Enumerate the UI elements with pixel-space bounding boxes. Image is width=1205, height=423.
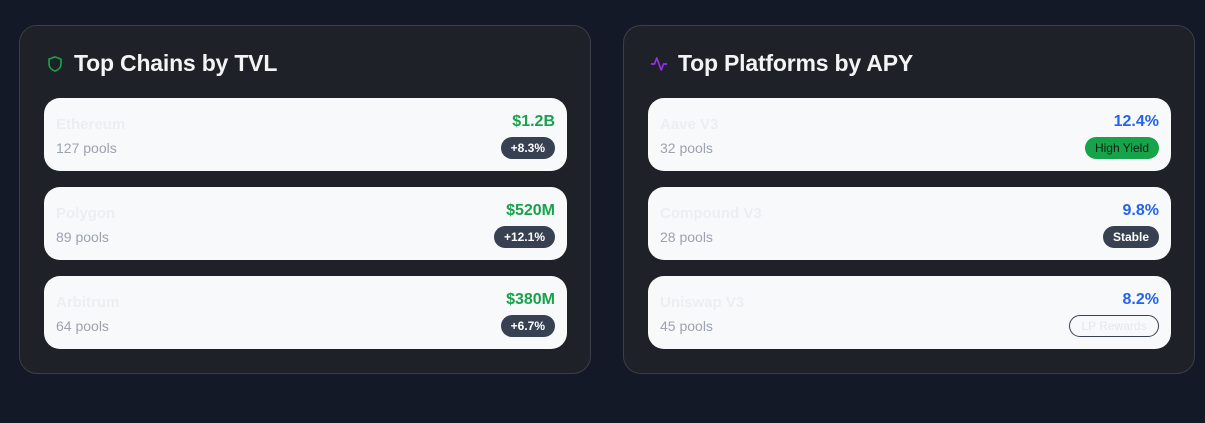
platform-apy: 8.2%	[1122, 291, 1159, 308]
platform-name: Uniswap V3	[660, 294, 745, 311]
top-chains-panel: Top Chains by TVL Ethereum 127 pools $1.…	[19, 25, 591, 374]
chain-change-badge: +12.1%	[493, 226, 555, 248]
platform-pools: 32 pools	[660, 140, 713, 156]
chain-row-polygon[interactable]: Polygon 89 pools $520M +12.1%	[44, 187, 567, 260]
top-chains-title: Top Chains by TVL	[74, 50, 278, 76]
chain-name: Arbitrum	[56, 294, 120, 311]
platform-apy: 9.8%	[1122, 202, 1159, 219]
chain-pools: 64 pools	[56, 318, 109, 334]
chain-row-arbitrum[interactable]: Arbitrum 64 pools $380M +6.7%	[44, 276, 567, 349]
chain-tvl: $1.2B	[512, 113, 555, 130]
top-chains-header: Top Chains by TVL	[46, 50, 277, 77]
chain-tvl: $520M	[506, 202, 555, 219]
platform-row-uniswap[interactable]: Uniswap V3 45 pools 8.2% LP Rewards	[648, 276, 1171, 349]
top-platforms-title: Top Platforms by APY	[678, 50, 913, 76]
chain-tvl: $380M	[506, 291, 555, 308]
high-yield-badge: High Yield	[1084, 137, 1159, 159]
platform-apy: 12.4%	[1113, 113, 1159, 130]
platform-row-compound[interactable]: Compound V3 28 pools 9.8% Stable	[648, 187, 1171, 260]
platform-pools: 45 pools	[660, 318, 713, 334]
chain-pools: 127 pools	[56, 140, 117, 156]
platform-row-aave[interactable]: Aave V3 32 pools 12.4% High Yield	[648, 98, 1171, 171]
shield-icon	[46, 55, 64, 73]
top-platforms-panel: Top Platforms by APY Aave V3 32 pools 12…	[623, 25, 1195, 374]
activity-icon	[650, 55, 668, 73]
top-platforms-header: Top Platforms by APY	[650, 50, 913, 77]
stable-badge: Stable	[1102, 226, 1159, 248]
chain-pools: 89 pools	[56, 229, 109, 245]
lp-rewards-badge: LP Rewards	[1069, 315, 1159, 337]
chain-row-ethereum[interactable]: Ethereum 127 pools $1.2B +8.3%	[44, 98, 567, 171]
chain-change-badge: +6.7%	[500, 315, 555, 337]
platform-pools: 28 pools	[660, 229, 713, 245]
chain-name: Polygon	[56, 205, 116, 222]
chain-name: Ethereum	[56, 116, 126, 133]
platform-name: Compound V3	[660, 205, 762, 222]
platform-name: Aave V3	[660, 116, 719, 133]
chain-change-badge: +8.3%	[500, 137, 555, 159]
